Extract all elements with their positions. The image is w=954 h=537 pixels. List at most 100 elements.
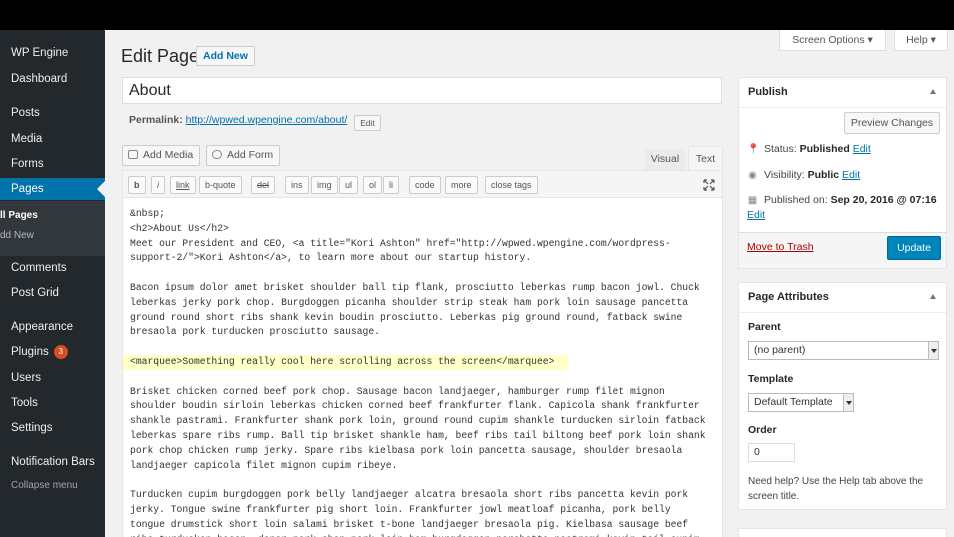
quicktag-close-tags-button[interactable]: close tags (485, 176, 538, 194)
collapse-menu-button[interactable]: Collapse menu (0, 475, 105, 497)
sidebar-item-users[interactable]: Users (0, 367, 105, 389)
sidebar-item-notification-bars[interactable]: Notification Bars (0, 451, 105, 473)
page-attributes-title: Page Attributes (748, 291, 829, 303)
sidebar-item-label: Pages (11, 183, 44, 195)
sidebar-item-label: Tools (11, 397, 38, 409)
quicktag-li-button[interactable]: li (383, 176, 399, 194)
add-new-button[interactable]: Add New (196, 46, 255, 66)
update-button[interactable]: Update (887, 236, 941, 260)
add-media-label: Add Media (143, 149, 194, 161)
quicktag-img-button[interactable]: img (311, 176, 338, 194)
published-label: Published on: (764, 194, 828, 206)
page-title: Edit Page (121, 46, 200, 66)
move-to-trash-link[interactable]: Move to Trash (747, 241, 814, 253)
sidebar-item-label: Posts (11, 107, 40, 119)
visibility-edit-link[interactable]: Edit (842, 169, 860, 181)
sidebar-item-label: Plugins (11, 346, 49, 358)
sidebar-item-settings[interactable]: Settings (0, 417, 105, 439)
quicktag-i-button[interactable]: i (151, 176, 165, 194)
post-title-input[interactable] (122, 77, 722, 104)
sidebar-item-plugins[interactable]: Plugins 3 (0, 341, 105, 363)
quicktag-ins-button[interactable]: ins (285, 176, 309, 194)
visibility-label: Visibility: (764, 169, 805, 181)
order-input[interactable]: 0 (748, 443, 795, 462)
quicktag-del-button[interactable]: del (251, 176, 276, 194)
sidebar-item-media[interactable]: Media (0, 128, 105, 150)
sidebar-item-wp-engine[interactable]: WP Engine (0, 42, 105, 64)
sidebar-item-tools[interactable]: Tools (0, 392, 105, 414)
next-metabox (738, 528, 947, 537)
submenu-add-new[interactable]: dd New (0, 228, 105, 244)
sidebar-item-comments[interactable]: Comments (0, 257, 105, 279)
media-icon (128, 150, 138, 159)
collapse-arrow-icon[interactable] (930, 89, 936, 94)
sidebar-item-label: Notification Bars (11, 456, 95, 468)
tab-text[interactable]: Text (688, 146, 723, 171)
eye-icon: ◉ (748, 170, 757, 181)
sidebar-item-forms[interactable]: Forms (0, 153, 105, 175)
sidebar-item-pages[interactable]: Pages (0, 178, 105, 200)
add-form-button[interactable]: Add Form (206, 145, 281, 166)
page-attributes-header[interactable]: Page Attributes (739, 283, 946, 313)
editor-line: tongue drumstick short loin salami brisk… (130, 518, 689, 530)
content-editor: b i link b-quote del ins img ul ol li code more clos… (122, 170, 723, 537)
quicktag-more-button[interactable]: more (445, 176, 478, 194)
help-note: Need help? Use the Help tab above the sc… (748, 476, 924, 502)
quicktag-b-button[interactable]: b (128, 176, 146, 194)
editor-line: &nbsp; (130, 208, 165, 219)
editor-line: support-2/">Kori Ashton</a>, to learn mo… (130, 252, 532, 264)
quicktags-toolbar: b i link b-quote del ins img ul ol li code more clos… (123, 171, 722, 198)
sidebar-item-dashboard[interactable]: Dashboard (0, 68, 105, 90)
permalink-link[interactable]: http://wpwed.wpengine.com/about/ (186, 114, 348, 126)
permalink-edit-button[interactable]: Edit (354, 115, 381, 131)
parent-select[interactable]: (no parent) (748, 341, 939, 360)
select-arrow-icon (928, 342, 938, 359)
parent-label: Parent (748, 321, 781, 333)
parent-select-value: (no parent) (754, 344, 806, 356)
editor-line: leberkas spare ribs rump. Ball tip brisk… (130, 429, 706, 441)
quicktag-code-button[interactable]: code (409, 176, 441, 194)
quicktag-link-button[interactable]: link (170, 176, 196, 194)
quicktag-ul-button[interactable]: ul (339, 176, 359, 194)
sidebar-item-label: Comments (11, 262, 67, 274)
tab-visual[interactable]: Visual (645, 149, 685, 170)
editor-textarea[interactable]: &nbsp; <h2>About Us</h2> Meet our Presiden… (123, 207, 718, 537)
editor-line: pork chop chicken rump jerky. Spare ribs… (130, 444, 683, 456)
sidebar-item-label: Users (11, 372, 42, 384)
sidebar-item-posts[interactable]: Posts (0, 102, 105, 124)
sidebar-item-appearance[interactable]: Appearance (0, 316, 105, 338)
preview-changes-button[interactable]: Preview Changes (844, 112, 940, 134)
quicktag-ol-button[interactable]: ol (363, 176, 383, 194)
quicktag-b-quote-button[interactable]: b-quote (199, 176, 242, 194)
calendar-icon: ▦ (747, 195, 758, 206)
add-media-button[interactable]: Add Media (122, 145, 201, 166)
sidebar-item-label: Appearance (11, 321, 74, 333)
publish-box-header[interactable]: Publish (739, 78, 946, 108)
screen-options-button[interactable]: Screen Options ▾ (779, 30, 886, 51)
template-select[interactable]: Default Template (748, 393, 854, 412)
admin-sidebar: ll Pages dd New WP Engine Dashboard Posts M… (0, 30, 105, 537)
editor-line: ground round short ribs shank kevin boud… (130, 311, 683, 323)
help-button[interactable]: Help ▾ (894, 30, 948, 51)
submenu-all-pages[interactable]: ll Pages (0, 208, 105, 224)
editor-line: jerky. Tongue swine frankfurter pig shor… (130, 503, 671, 515)
sidebar-item-label: WP Engine (11, 47, 69, 59)
status-edit-link[interactable]: Edit (853, 143, 871, 155)
sidebar-item-label: Dashboard (11, 73, 68, 85)
editor-line: <h2>About Us</h2> (130, 222, 229, 234)
caret-down-icon: ▾ (930, 34, 936, 46)
sidebar-item-post-grid[interactable]: Post Grid (0, 282, 105, 304)
published-edit-link[interactable]: Edit (747, 209, 765, 221)
template-label: Template (748, 373, 794, 385)
editor-line: shankle pastrami. Frankfurter shank pork… (130, 415, 706, 427)
editor-line: Meet our President and CEO, <a title="Ko… (130, 237, 671, 249)
visibility-row: ◉ Visibility: Public Edit (747, 169, 860, 181)
collapse-arrow-icon[interactable] (930, 294, 936, 299)
published-edit-row: Edit (747, 209, 765, 221)
fullscreen-icon[interactable] (703, 179, 715, 191)
published-value: Sep 20, 2016 @ 07:16 (830, 194, 937, 206)
editor-line: bresaola pork turducken prosciutto sausa… (130, 326, 380, 338)
